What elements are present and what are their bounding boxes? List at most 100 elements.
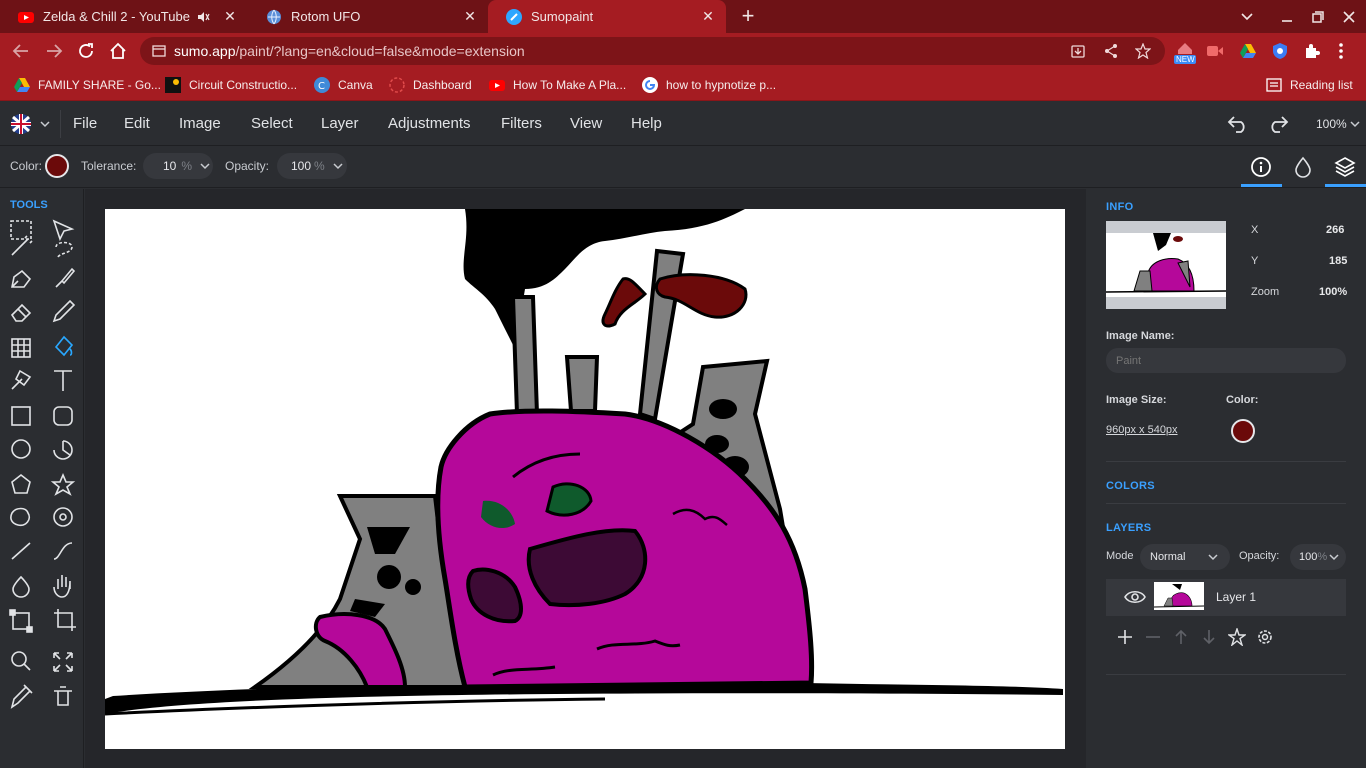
menu-image[interactable]: Image xyxy=(179,102,221,146)
line-icon[interactable] xyxy=(11,542,31,560)
home-icon[interactable] xyxy=(109,42,127,60)
image-size-link[interactable]: 960px x 540px xyxy=(1106,424,1178,436)
menu-layer[interactable]: Layer xyxy=(321,102,359,146)
hand-icon[interactable] xyxy=(53,575,71,598)
rect-select-icon[interactable] xyxy=(10,220,32,240)
menu-view[interactable]: View xyxy=(570,102,602,146)
share-icon[interactable] xyxy=(1103,43,1119,59)
rounded-rectangle-icon[interactable] xyxy=(53,406,73,426)
close-icon[interactable]: ✕ xyxy=(700,8,716,25)
lasso-icon[interactable] xyxy=(55,241,73,258)
gradient-icon[interactable] xyxy=(11,338,31,358)
recorder-extension-icon[interactable] xyxy=(1206,43,1224,59)
address-bar[interactable]: sumo.app/paint/?lang=en&cloud=false&mode… xyxy=(140,37,1165,65)
layer-effects-star-icon[interactable] xyxy=(1228,628,1246,646)
tab-search-icon[interactable] xyxy=(1240,10,1254,24)
crop-icon[interactable] xyxy=(54,609,76,631)
image-name-input[interactable] xyxy=(1106,348,1346,373)
install-icon[interactable] xyxy=(1070,43,1086,59)
blend-mode-select[interactable]: Normal xyxy=(1140,544,1230,570)
minimize-icon[interactable] xyxy=(1280,10,1294,24)
speaker-icon[interactable] xyxy=(196,10,210,24)
menu-filters[interactable]: Filters xyxy=(501,102,542,146)
close-window-icon[interactable] xyxy=(1342,10,1356,24)
rectangle-icon[interactable] xyxy=(11,406,31,426)
reading-list-button[interactable]: Reading list xyxy=(1266,69,1353,101)
remove-layer-icon[interactable] xyxy=(1144,628,1162,646)
drop-icon[interactable] xyxy=(12,575,30,598)
colors-title[interactable]: COLORS xyxy=(1106,480,1155,492)
bg-color-swatch[interactable] xyxy=(1231,419,1255,443)
polygon-icon[interactable] xyxy=(11,473,31,494)
pie-icon[interactable] xyxy=(53,440,73,460)
chevron-down-icon[interactable] xyxy=(1350,120,1360,128)
bookmark-family-share[interactable]: FAMILY SHARE - Go... xyxy=(14,69,161,101)
bookmark-hypnotize[interactable]: how to hypnotize p... xyxy=(642,69,776,101)
fullscreen-icon[interactable] xyxy=(53,652,73,672)
forward-icon[interactable] xyxy=(45,42,63,60)
zoom-level[interactable]: 100% xyxy=(1316,117,1347,131)
close-icon[interactable]: ✕ xyxy=(462,8,478,25)
bookmark-how-to-make[interactable]: How To Make A Pla... xyxy=(489,69,626,101)
undo-icon[interactable] xyxy=(1227,114,1249,134)
opacity-input[interactable]: 100 % xyxy=(277,153,347,179)
bookmark-canva[interactable]: C Canva xyxy=(314,69,373,101)
extensions-puzzle-icon[interactable] xyxy=(1304,43,1320,59)
transform-icon[interactable] xyxy=(9,609,33,633)
text-icon[interactable] xyxy=(54,370,72,391)
eyedropper-icon[interactable] xyxy=(10,684,33,709)
language-selector[interactable] xyxy=(10,113,54,135)
site-info-icon[interactable] xyxy=(152,45,166,57)
bookmark-circuit-construction[interactable]: Circuit Constructio... xyxy=(165,69,297,101)
navigator-thumbnail[interactable] xyxy=(1106,221,1226,309)
menu-help[interactable]: Help xyxy=(631,102,662,146)
gear-shape-icon[interactable] xyxy=(53,507,73,527)
bookmark-dashboard[interactable]: Dashboard xyxy=(389,69,472,101)
tolerance-unit: % xyxy=(181,159,193,173)
menu-adjustments[interactable]: Adjustments xyxy=(388,102,471,146)
layer-opacity-input[interactable]: 100 % xyxy=(1290,544,1346,570)
bookmark-star-icon[interactable] xyxy=(1135,43,1151,59)
info-panel-icon[interactable] xyxy=(1250,156,1272,178)
reload-icon[interactable] xyxy=(77,42,95,60)
layer-settings-gear-icon[interactable] xyxy=(1256,628,1274,646)
tab-rotom-ufo[interactable]: Rotom UFO ✕ xyxy=(248,0,488,33)
dashboard-icon xyxy=(389,77,405,93)
freeform-shape-icon[interactable] xyxy=(10,507,31,527)
fill-bucket-icon[interactable] xyxy=(54,335,74,357)
restore-icon[interactable] xyxy=(1311,10,1325,24)
shield-extension-icon[interactable] xyxy=(1272,42,1288,60)
star-icon[interactable] xyxy=(50,472,76,496)
drawing-canvas[interactable] xyxy=(105,209,1065,749)
move-layer-down-icon[interactable] xyxy=(1200,628,1218,646)
brush-icon[interactable] xyxy=(55,267,76,288)
move-select-icon[interactable] xyxy=(52,219,75,242)
drive-extension-icon[interactable] xyxy=(1240,43,1256,59)
curve-icon[interactable] xyxy=(53,542,73,560)
layer-row[interactable]: Layer 1 xyxy=(1106,579,1346,616)
menu-file[interactable]: File xyxy=(73,102,97,146)
tab-youtube[interactable]: Zelda & Chill 2 - YouTube ✕ xyxy=(0,0,248,33)
smudge-icon[interactable] xyxy=(11,369,32,390)
redo-icon[interactable] xyxy=(1267,114,1289,134)
layers-panel-icon[interactable] xyxy=(1334,156,1356,178)
new-tab-button[interactable]: + xyxy=(737,3,759,29)
add-layer-icon[interactable] xyxy=(1116,628,1134,646)
pencil-icon[interactable] xyxy=(52,299,76,323)
tolerance-input[interactable]: 10 % xyxy=(143,153,213,179)
ellipse-icon[interactable] xyxy=(11,439,31,459)
pen-icon[interactable] xyxy=(11,269,32,288)
tab-sumopaint[interactable]: Sumopaint ✕ xyxy=(488,0,726,33)
eraser-icon[interactable] xyxy=(10,303,32,322)
trash-icon[interactable] xyxy=(54,686,72,706)
menu-edit[interactable]: Edit xyxy=(124,102,150,146)
eye-icon[interactable] xyxy=(1124,589,1146,605)
more-menu-icon[interactable] xyxy=(1338,42,1344,60)
color-swatch[interactable] xyxy=(45,154,69,178)
move-layer-up-icon[interactable] xyxy=(1172,628,1190,646)
color-panel-icon[interactable] xyxy=(1292,156,1314,178)
menu-select[interactable]: Select xyxy=(251,102,293,146)
back-icon[interactable] xyxy=(12,42,30,60)
close-icon[interactable]: ✕ xyxy=(222,8,238,25)
zoom-icon[interactable] xyxy=(11,651,31,671)
